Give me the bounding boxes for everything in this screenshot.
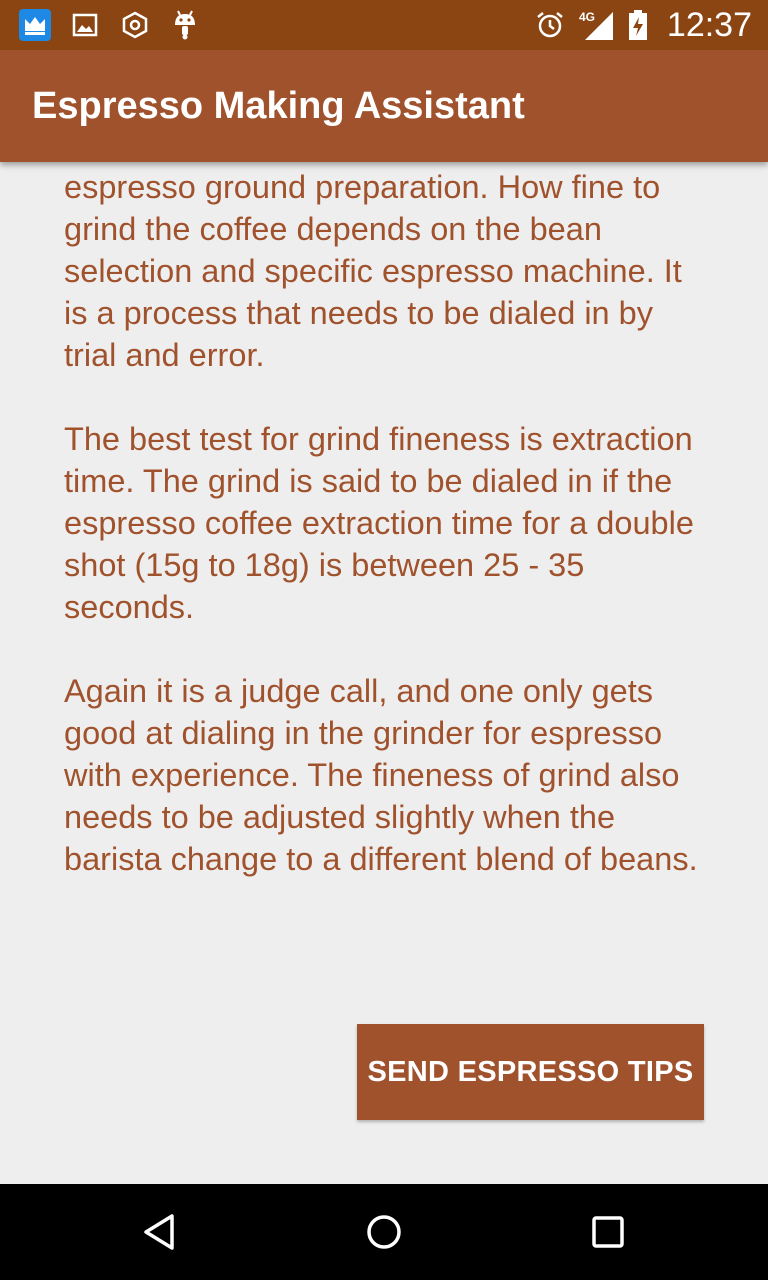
article-text: espresso ground preparation. How fine to… [64, 166, 712, 880]
clock: 12:37 [666, 5, 752, 44]
paragraph: The best test for grind fineness is extr… [64, 421, 694, 625]
battery-charging-icon [627, 8, 649, 42]
recents-button[interactable] [576, 1202, 640, 1262]
back-icon [144, 1214, 174, 1250]
image-icon [68, 8, 102, 42]
screen: 4G 12:37 Espresso Making Assistant espre… [0, 0, 768, 1280]
navigation-bar [0, 1184, 768, 1280]
alarm-icon [533, 8, 567, 42]
paragraph: Again it is a judge call, and one only g… [64, 673, 698, 877]
home-icon [367, 1215, 401, 1249]
app-title: Espresso Making Assistant [32, 85, 525, 127]
notification-icons [18, 8, 202, 42]
paragraph: espresso ground preparation. How fine to… [64, 169, 682, 373]
status-bar: 4G 12:37 [0, 0, 768, 50]
send-espresso-tips-button[interactable]: SEND ESPRESSO TIPS [357, 1024, 704, 1120]
back-button[interactable] [128, 1202, 192, 1262]
signal-icon: 4G [577, 8, 617, 42]
network-type: 4G [579, 10, 595, 24]
article-container: espresso ground preparation. How fine to… [64, 162, 712, 922]
crown-icon [18, 8, 52, 42]
recents-icon [592, 1216, 624, 1248]
home-button[interactable] [352, 1202, 416, 1262]
system-icons: 4G 12:37 [533, 0, 752, 50]
android-icon [168, 8, 202, 42]
hexagon-icon [118, 8, 152, 42]
app-bar: Espresso Making Assistant [0, 50, 768, 162]
